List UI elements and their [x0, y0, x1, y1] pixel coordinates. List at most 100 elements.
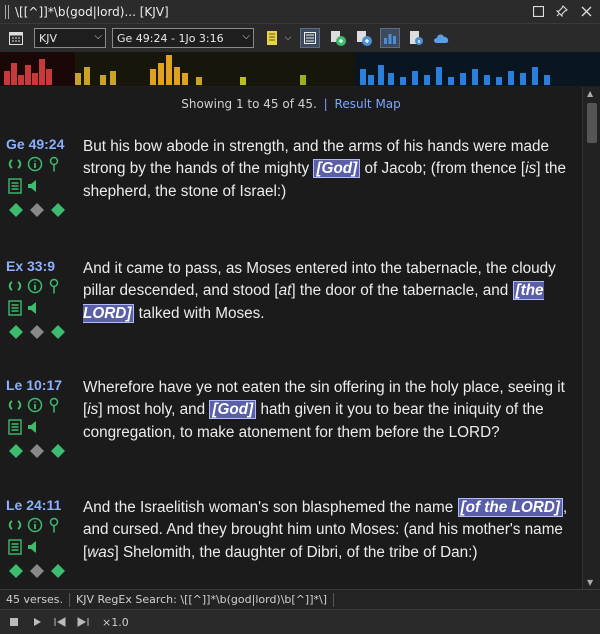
vertical-scrollbar[interactable]: ▲ ▼ — [582, 87, 600, 589]
pin-marker-icon[interactable] — [48, 397, 60, 413]
diamond-icon[interactable] — [29, 202, 45, 218]
export-verses-button[interactable] — [354, 28, 374, 48]
result-map-bar — [424, 75, 430, 85]
result-map-bar — [11, 63, 17, 85]
result-map-bar — [360, 69, 366, 85]
verse-reference[interactable]: Ge 49:24 — [6, 136, 64, 152]
result-map-bar — [300, 75, 306, 85]
skip-forward-icon — [77, 617, 89, 627]
range-select[interactable]: Ge 49:24 - 1Jo 3:16 ⌵ — [112, 28, 254, 48]
cross-reference-icon[interactable] — [8, 518, 22, 532]
info-page-button[interactable] — [406, 28, 426, 48]
info-page-icon — [410, 31, 423, 45]
verse-count: 45 verses. — [6, 593, 64, 606]
diamond-icon[interactable] — [8, 202, 24, 218]
playback-bar: ×1.0 — [0, 609, 600, 634]
result-map-bar — [39, 59, 45, 85]
result-map-bar — [150, 69, 156, 85]
result-map[interactable] — [0, 52, 600, 86]
cross-reference-icon[interactable] — [8, 398, 22, 412]
notes-dropdown-button[interactable]: ⌵ — [282, 28, 294, 48]
speaker-icon[interactable] — [27, 420, 41, 434]
info-icon[interactable] — [27, 278, 43, 294]
verse-actions — [8, 156, 78, 224]
cross-reference-icon[interactable] — [8, 157, 22, 171]
speaker-icon[interactable] — [27, 179, 41, 193]
result-map-bar — [32, 73, 38, 85]
calendar-icon — [9, 32, 23, 45]
verse-list[interactable]: Showing 1 to 45 of 45. | Result Map Ge 4… — [0, 87, 582, 589]
verse-reference[interactable]: Le 10:17 — [6, 377, 62, 393]
verse-reference[interactable]: Ex 33:9 — [6, 258, 55, 274]
toolbar: KJV ⌵ Ge 49:24 - 1Jo 3:16 ⌵ ⌵ — [0, 24, 600, 52]
playback-speed[interactable]: ×1.0 — [102, 616, 129, 629]
play-button[interactable] — [28, 613, 46, 631]
results-summary: Showing 1 to 45 of 45. | Result Map — [0, 97, 582, 111]
result-map-bar — [166, 55, 172, 85]
note-icon[interactable] — [8, 178, 22, 194]
result-map-link[interactable]: Result Map — [335, 97, 401, 111]
pin-marker-icon[interactable] — [48, 156, 60, 172]
list-view-button[interactable] — [300, 28, 320, 48]
verse-item[interactable]: Le 24:11 And the Israelitish woman's son… — [0, 497, 582, 589]
copy-verses-button[interactable] — [328, 28, 348, 48]
diamond-icon[interactable] — [50, 324, 66, 340]
next-button[interactable] — [74, 613, 92, 631]
calendar-button[interactable] — [6, 28, 26, 48]
diamond-icon[interactable] — [8, 563, 24, 579]
drag-grip-icon[interactable] — [5, 4, 9, 19]
diamond-icon[interactable] — [8, 443, 24, 459]
pin-marker-icon[interactable] — [48, 517, 60, 533]
diamond-icon[interactable] — [29, 563, 45, 579]
scroll-down-icon[interactable]: ▼ — [587, 578, 593, 587]
diamond-icon[interactable] — [50, 563, 66, 579]
speaker-icon[interactable] — [27, 540, 41, 554]
result-map-bar — [378, 65, 384, 85]
maximize-icon — [532, 5, 544, 17]
close-button[interactable] — [578, 3, 594, 19]
statistics-button[interactable] — [380, 28, 400, 48]
stop-button[interactable] — [5, 613, 23, 631]
info-icon[interactable] — [27, 517, 43, 533]
cloud-sync-button[interactable] — [432, 28, 452, 48]
search-match-highlight[interactable]: [God] — [313, 159, 361, 179]
note-icon[interactable] — [8, 419, 22, 435]
scrollbar-thumb[interactable] — [587, 103, 597, 143]
result-map-bar — [472, 69, 478, 85]
verse-item[interactable]: Ge 49:24 But his bow abode in strength, … — [0, 136, 582, 246]
speaker-icon[interactable] — [27, 301, 41, 315]
verse-item[interactable]: Le 10:17 Wherefore have ye not eaten the… — [0, 377, 582, 487]
previous-button[interactable] — [51, 613, 69, 631]
version-select[interactable]: KJV ⌵ — [34, 28, 106, 48]
verse-reference[interactable]: Le 24:11 — [6, 497, 61, 513]
skip-back-icon — [54, 617, 66, 627]
pin-button[interactable] — [554, 3, 570, 19]
diamond-icon[interactable] — [29, 324, 45, 340]
result-map-bar — [520, 73, 526, 85]
result-map-bar — [46, 69, 52, 85]
pin-marker-icon[interactable] — [48, 278, 60, 294]
verse-item[interactable]: Ex 33:9 And it came to pass, as Moses en… — [0, 258, 582, 368]
diamond-icon[interactable] — [29, 443, 45, 459]
bar-chart-icon — [384, 34, 396, 44]
note-icon[interactable] — [8, 539, 22, 555]
info-icon[interactable] — [27, 397, 43, 413]
diamond-icon[interactable] — [50, 202, 66, 218]
showing-count: Showing 1 to 45 of 45. — [181, 97, 317, 111]
search-match-highlight[interactable]: [God] — [209, 400, 257, 420]
play-icon — [34, 618, 41, 626]
verse-text-segment: of Jacob; (from thence [ — [360, 160, 526, 178]
info-icon[interactable] — [27, 156, 43, 172]
result-map-bar — [412, 71, 418, 85]
result-map-bar — [240, 77, 246, 85]
maximize-button[interactable] — [530, 3, 546, 19]
note-icon[interactable] — [8, 300, 22, 316]
cross-reference-icon[interactable] — [8, 279, 22, 293]
notes-button[interactable] — [262, 28, 282, 48]
diamond-icon[interactable] — [50, 443, 66, 459]
search-match-highlight[interactable]: [of the LORD] — [457, 498, 563, 517]
diamond-icon[interactable] — [8, 324, 24, 340]
scroll-up-icon[interactable]: ▲ — [587, 89, 593, 98]
verse-actions — [8, 397, 78, 465]
chevron-down-icon: ⌵ — [242, 31, 250, 42]
